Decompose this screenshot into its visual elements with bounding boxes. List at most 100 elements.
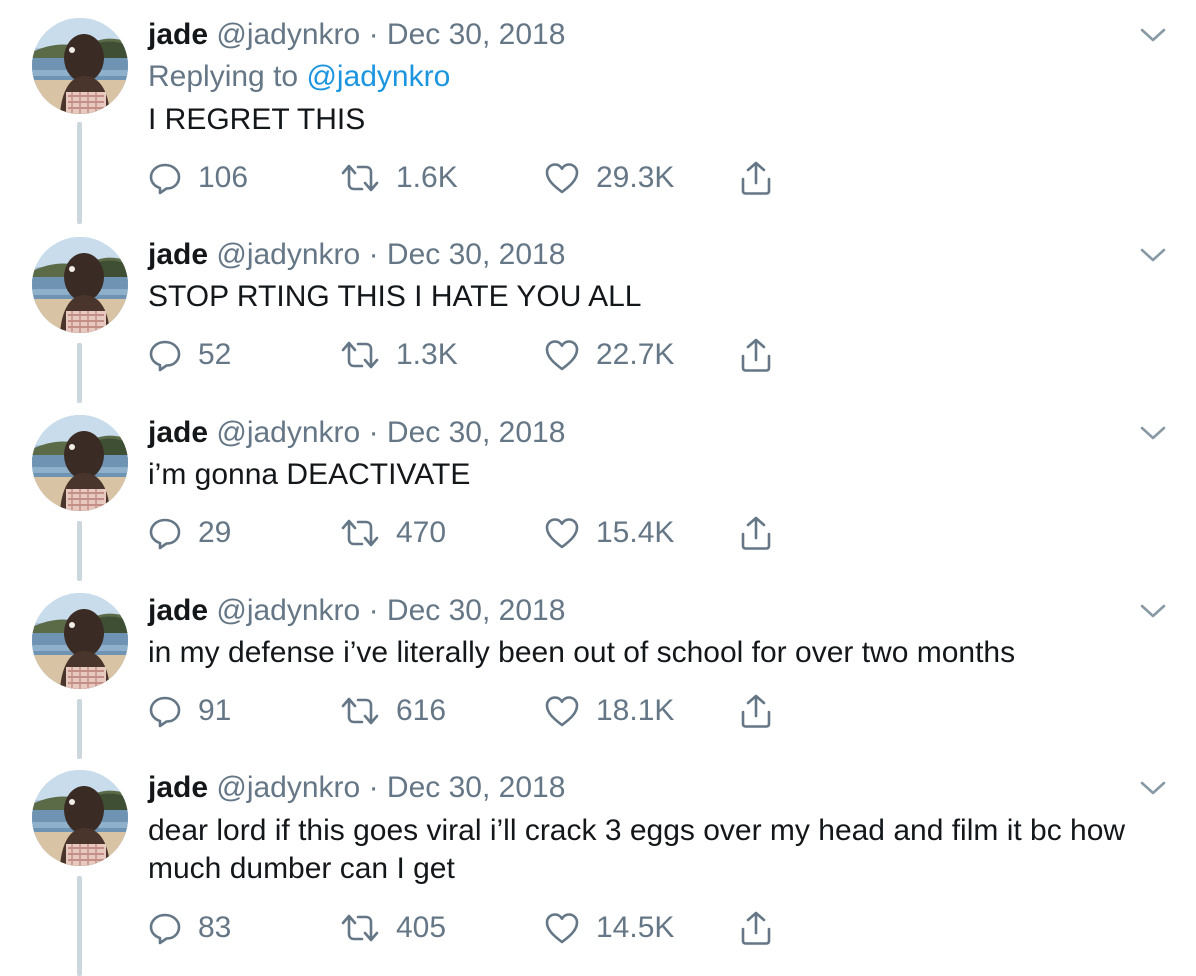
- chevron-down-icon[interactable]: [1138, 601, 1168, 621]
- retweet-count: 405: [396, 911, 447, 944]
- timestamp[interactable]: Dec 30, 2018: [387, 18, 565, 51]
- heart-icon: [544, 694, 580, 728]
- heart-icon: [544, 161, 580, 195]
- tweet-text: STOP RTING THIS I HATE YOU ALL: [148, 280, 642, 313]
- heart-icon: [544, 338, 580, 372]
- avatar[interactable]: [32, 415, 128, 511]
- retweet-icon: [340, 161, 380, 195]
- reply-icon: [148, 516, 182, 550]
- like-button[interactable]: 22.7K: [544, 335, 674, 375]
- reply-icon: [148, 694, 182, 728]
- thread-line: [77, 876, 82, 976]
- like-count: 29.3K: [596, 161, 675, 194]
- display-name[interactable]: jade: [148, 771, 208, 804]
- reply-count: 29: [198, 516, 232, 549]
- separator: ·: [368, 771, 379, 804]
- reply-count: 83: [198, 911, 232, 944]
- share-button[interactable]: [738, 908, 774, 948]
- avatar[interactable]: [32, 770, 128, 866]
- reply-icon: [148, 161, 182, 195]
- avatar[interactable]: [32, 18, 128, 114]
- tweet-text: i’m gonna DEACTIVATE: [148, 458, 471, 491]
- share-icon: [738, 910, 774, 946]
- reply-icon: [148, 911, 182, 945]
- reply-count: 106: [198, 161, 249, 194]
- heart-icon: [544, 516, 580, 550]
- separator: ·: [368, 594, 379, 627]
- share-button[interactable]: [738, 335, 774, 375]
- reply-button[interactable]: 29: [148, 513, 231, 553]
- handle[interactable]: @jadynkro: [216, 18, 360, 51]
- like-count: 15.4K: [596, 516, 675, 549]
- reply-button[interactable]: 91: [148, 691, 231, 731]
- retweet-icon: [340, 516, 380, 550]
- retweet-button[interactable]: 1.3K: [340, 335, 458, 375]
- like-button[interactable]: 18.1K: [544, 691, 674, 731]
- chevron-down-icon[interactable]: [1138, 25, 1168, 45]
- thread-line: [77, 343, 82, 403]
- retweet-icon: [340, 694, 380, 728]
- handle[interactable]: @jadynkro: [216, 594, 360, 627]
- like-button[interactable]: 15.4K: [544, 513, 674, 553]
- tweet-actions: 52 1.3K 22.7K: [148, 335, 848, 375]
- chevron-down-icon[interactable]: [1138, 778, 1168, 798]
- chevron-down-icon[interactable]: [1138, 423, 1168, 443]
- display-name[interactable]: jade: [148, 416, 208, 449]
- share-icon: [738, 337, 774, 373]
- like-button[interactable]: 29.3K: [544, 158, 674, 198]
- thread-line: [77, 122, 82, 224]
- heart-icon: [544, 911, 580, 945]
- share-icon: [738, 515, 774, 551]
- thread-line: [77, 521, 82, 581]
- display-name[interactable]: jade: [148, 18, 208, 51]
- thread-line: [77, 699, 82, 759]
- like-count: 22.7K: [596, 338, 675, 371]
- retweet-count: 1.3K: [396, 338, 458, 371]
- share-icon: [738, 693, 774, 729]
- reply-count: 52: [198, 338, 232, 371]
- chevron-down-icon[interactable]: [1138, 245, 1168, 265]
- timestamp[interactable]: Dec 30, 2018: [387, 594, 565, 627]
- share-icon: [738, 160, 774, 196]
- retweet-button[interactable]: 470: [340, 513, 446, 553]
- timestamp[interactable]: Dec 30, 2018: [387, 238, 565, 271]
- handle[interactable]: @jadynkro: [216, 771, 360, 804]
- like-button[interactable]: 14.5K: [544, 908, 674, 948]
- like-count: 14.5K: [596, 911, 675, 944]
- tweet-header: jade @jadynkro · Dec 30, 2018: [148, 17, 565, 53]
- retweet-count: 616: [396, 694, 447, 727]
- timestamp[interactable]: Dec 30, 2018: [387, 416, 565, 449]
- reply-icon: [148, 338, 182, 372]
- share-button[interactable]: [738, 691, 774, 731]
- share-button[interactable]: [738, 513, 774, 553]
- reply-button[interactable]: 106: [148, 158, 248, 198]
- mention-link[interactable]: @jadynkro: [306, 60, 450, 93]
- separator: ·: [368, 416, 379, 449]
- retweet-button[interactable]: 616: [340, 691, 446, 731]
- avatar[interactable]: [32, 237, 128, 333]
- display-name[interactable]: jade: [148, 594, 208, 627]
- retweet-button[interactable]: 405: [340, 908, 446, 948]
- reply-button[interactable]: 83: [148, 908, 231, 948]
- retweet-count: 470: [396, 516, 447, 549]
- share-button[interactable]: [738, 158, 774, 198]
- display-name[interactable]: jade: [148, 238, 208, 271]
- retweet-button[interactable]: 1.6K: [340, 158, 458, 198]
- tweet-text: I REGRET THIS: [148, 103, 366, 136]
- tweet-header: jade @jadynkro · Dec 30, 2018: [148, 593, 565, 629]
- separator: ·: [368, 18, 379, 51]
- tweet-actions: 106 1.6K 29.3K: [148, 158, 848, 198]
- retweet-icon: [340, 338, 380, 372]
- reply-count: 91: [198, 694, 232, 727]
- tweet-header: jade @jadynkro · Dec 30, 2018: [148, 415, 565, 451]
- tweet-text: in my defense i’ve literally been out of…: [148, 636, 1016, 669]
- handle[interactable]: @jadynkro: [216, 238, 360, 271]
- timestamp[interactable]: Dec 30, 2018: [387, 771, 565, 804]
- avatar[interactable]: [32, 593, 128, 689]
- handle[interactable]: @jadynkro: [216, 416, 360, 449]
- reply-button[interactable]: 52: [148, 335, 231, 375]
- tweet-actions: 29 470 15.4K: [148, 513, 848, 553]
- tweet-header: jade @jadynkro · Dec 30, 2018: [148, 237, 565, 273]
- like-count: 18.1K: [596, 694, 675, 727]
- retweet-icon: [340, 911, 380, 945]
